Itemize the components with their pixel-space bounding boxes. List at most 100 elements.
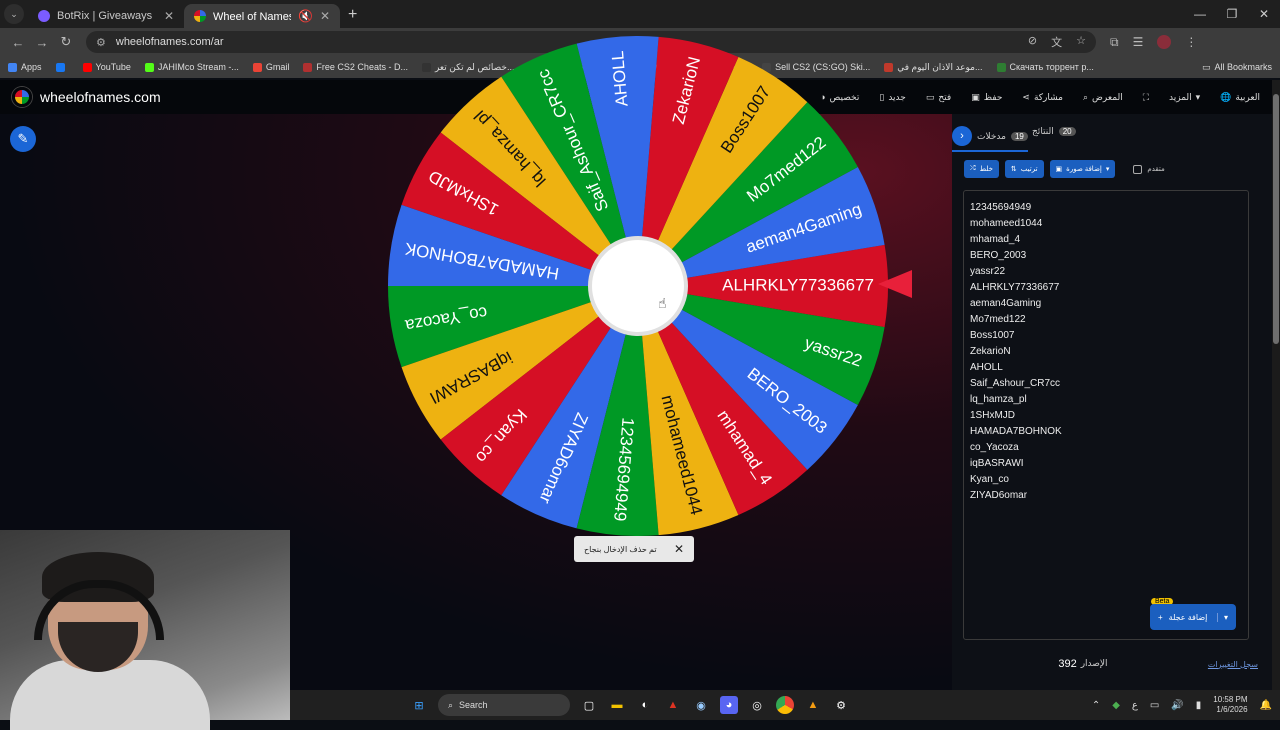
entry-line: mohameed1044 xyxy=(970,218,1043,229)
edit-pencil-icon[interactable]: ✎ xyxy=(10,126,36,152)
bookmark-item[interactable]: Apps xyxy=(8,62,42,72)
entries-textarea[interactable]: 12345694949 mohameed1044 mhamad_4 BERO_2003… xyxy=(963,190,1249,640)
entries-count-badge: 19 xyxy=(1010,131,1028,141)
windows-start-icon[interactable]: ⊞ xyxy=(410,696,428,714)
eye-off-icon[interactable]: ⊘ xyxy=(1028,34,1037,50)
bookmark-item[interactable]: Скачать торрент р... xyxy=(996,62,1094,72)
battery-icon[interactable]: ▮ xyxy=(1196,700,1202,711)
file-explorer-icon[interactable]: ▬ xyxy=(608,696,626,714)
network-icon[interactable]: ▭ xyxy=(1150,700,1159,711)
chrome-icon[interactable] xyxy=(776,696,794,714)
menu-share[interactable]: ⋖ مشاركة xyxy=(1022,92,1063,103)
app-icon[interactable]: ◐ xyxy=(636,696,654,714)
tray-chevron-up-icon[interactable]: ⌃ xyxy=(1092,700,1100,711)
tab-search-icon[interactable]: ⌄ xyxy=(4,4,24,24)
taskbar-clock[interactable]: 10:58 PM 1/6/2026 xyxy=(1213,695,1247,715)
extensions-icon[interactable]: ⧉ xyxy=(1110,35,1119,50)
bookmark-favicon-icon xyxy=(252,62,262,72)
bookmark-label: JAHIMco Stream -... xyxy=(157,62,239,72)
entry-line: ZIYAD6omar xyxy=(970,490,1028,501)
wheel-center[interactable] xyxy=(588,236,688,336)
menu-more[interactable]: المزيد ▾ xyxy=(1169,92,1200,103)
app-orange-icon[interactable]: ▲ xyxy=(804,696,822,714)
bookmark-favicon-icon xyxy=(82,62,92,72)
obs-icon[interactable]: ◎ xyxy=(748,696,766,714)
tab-results[interactable]: النتائج 20 xyxy=(1032,126,1076,137)
browser-tab[interactable]: BotRix | Giveaways ✕ xyxy=(28,4,184,28)
bookmark-item[interactable]: YouTube xyxy=(82,62,131,72)
browser-tab-strip: ⌄ BotRix | Giveaways ✕ Wheel of Names | … xyxy=(0,0,1280,28)
tab-title: Wheel of Names | العشوائي xyxy=(213,10,291,23)
checkbox-box[interactable] xyxy=(1133,164,1143,174)
tab-close-icon[interactable]: ✕ xyxy=(164,9,174,23)
menu-open[interactable]: ▭ فتح xyxy=(926,92,951,103)
fullscreen-icon[interactable]: ⛶ xyxy=(1143,92,1149,103)
site-info-icon[interactable]: ⚙ xyxy=(96,36,106,49)
site-logo[interactable]: wheelofnames.com xyxy=(12,87,161,107)
reload-icon[interactable]: ↻ xyxy=(54,34,78,50)
browser-menu-icon[interactable]: ⋮ xyxy=(1185,35,1197,49)
task-view-icon[interactable]: ▢ xyxy=(580,696,598,714)
tab-mute-icon[interactable]: 🔇 xyxy=(298,9,313,23)
new-tab-button[interactable]: + xyxy=(348,6,357,24)
wheel-segment-label: ALHRKLY77336677 xyxy=(722,275,874,294)
reading-list-icon[interactable]: ☰ xyxy=(1133,35,1144,49)
settings-gear-icon[interactable]: ⚙ xyxy=(832,696,850,714)
site-logo-text: wheelofnames.com xyxy=(40,89,161,105)
bookmark-favicon-icon xyxy=(144,62,154,72)
plus-icon: + xyxy=(1158,612,1163,622)
sort-icon: ⇅ xyxy=(1010,166,1017,173)
folder-icon: ▭ xyxy=(1201,61,1211,72)
steam-icon[interactable]: ◉ xyxy=(692,696,710,714)
discord-icon[interactable]: ◕ xyxy=(720,696,738,714)
menu-language[interactable]: 🌐 العربية xyxy=(1220,92,1260,103)
chevron-down-icon[interactable]: ▾ xyxy=(1216,612,1228,622)
sort-button[interactable]: ⇅ ترتيب xyxy=(1004,160,1044,178)
shuffle-button[interactable]: ⤮ خلط xyxy=(964,160,999,178)
add-image-button[interactable]: ▣ إضافة صورة ▾ xyxy=(1049,160,1116,178)
add-wheel-button[interactable]: + إضافة عجلة ▾ xyxy=(1150,604,1236,630)
profile-avatar[interactable] xyxy=(1157,35,1172,49)
page-scrollbar[interactable] xyxy=(1272,80,1280,690)
advanced-checkbox[interactable]: متقدم xyxy=(1133,164,1165,174)
bookmark-item[interactable]: Gmail xyxy=(252,62,290,72)
bookmark-favicon-icon xyxy=(996,62,1006,72)
bookmark-label: Gmail xyxy=(265,62,290,72)
toast-close-icon[interactable]: ✕ xyxy=(674,542,684,556)
restore-icon[interactable]: ❐ xyxy=(1216,0,1248,28)
bookmark-item[interactable]: JAHIMco Stream -... xyxy=(144,62,239,72)
version-number: 392 xyxy=(1058,658,1077,670)
tab-favicon-icon xyxy=(38,10,50,22)
forward-icon[interactable]: → xyxy=(30,35,54,50)
toast-message: تم حذف الإدخال بنجاح xyxy=(584,544,657,554)
scrollbar-thumb[interactable] xyxy=(1273,94,1279,344)
browser-tab-active[interactable]: Wheel of Names | العشوائي 🔇 ✕ xyxy=(184,4,340,28)
back-icon[interactable]: ← xyxy=(6,35,30,50)
results-count-badge: 20 xyxy=(1058,127,1076,136)
menu-save[interactable]: ▣ حفظ xyxy=(971,92,1002,103)
bookmark-item[interactable]: موعد الاذان اليوم في... xyxy=(884,61,983,73)
collapse-panel-icon[interactable]: › xyxy=(952,126,972,146)
toast-notification: تم حذف الإدخال بنجاح ✕ xyxy=(574,536,694,562)
all-bookmarks[interactable]: ▭ All Bookmarks xyxy=(1202,62,1272,73)
antivirus-icon[interactable]: ▲ xyxy=(664,696,682,714)
bookmark-star-icon[interactable]: ☆ xyxy=(1076,34,1086,50)
volume-icon[interactable]: 🔊 xyxy=(1171,700,1183,711)
notification-bell-icon[interactable]: 🔔 xyxy=(1260,700,1272,711)
bookmark-item[interactable] xyxy=(55,62,69,72)
entry-line: 12345694949 xyxy=(970,202,1032,213)
bookmark-label: موعد الاذان اليوم في... xyxy=(897,61,983,72)
image-icon: ▣ xyxy=(1055,166,1063,173)
tray-app-icon[interactable]: ◆ xyxy=(1112,700,1120,711)
menu-gallery[interactable]: ⌕ المعرض xyxy=(1083,92,1123,103)
tab-close-icon[interactable]: ✕ xyxy=(320,9,330,23)
translate-icon[interactable]: 文 xyxy=(1051,34,1062,50)
tab-entries[interactable]: › مدخلات 19 xyxy=(952,126,1028,152)
windows-taskbar: ⊞ ⌕ Search ▢ ▬ ◐ ▲ ◉ ◕ ◎ ▲ ⚙ ⌃ ◆ ع ▭ 🔊 ▮ … xyxy=(290,690,1280,720)
entry-line: Kyan_co xyxy=(970,474,1009,485)
taskbar-search[interactable]: ⌕ Search xyxy=(438,694,570,716)
close-window-icon[interactable]: ✕ xyxy=(1248,0,1280,28)
tray-language[interactable]: ع xyxy=(1132,700,1138,711)
changelog-link[interactable]: سجل التغييرات xyxy=(1208,660,1258,669)
minimize-icon[interactable]: — xyxy=(1184,0,1216,28)
